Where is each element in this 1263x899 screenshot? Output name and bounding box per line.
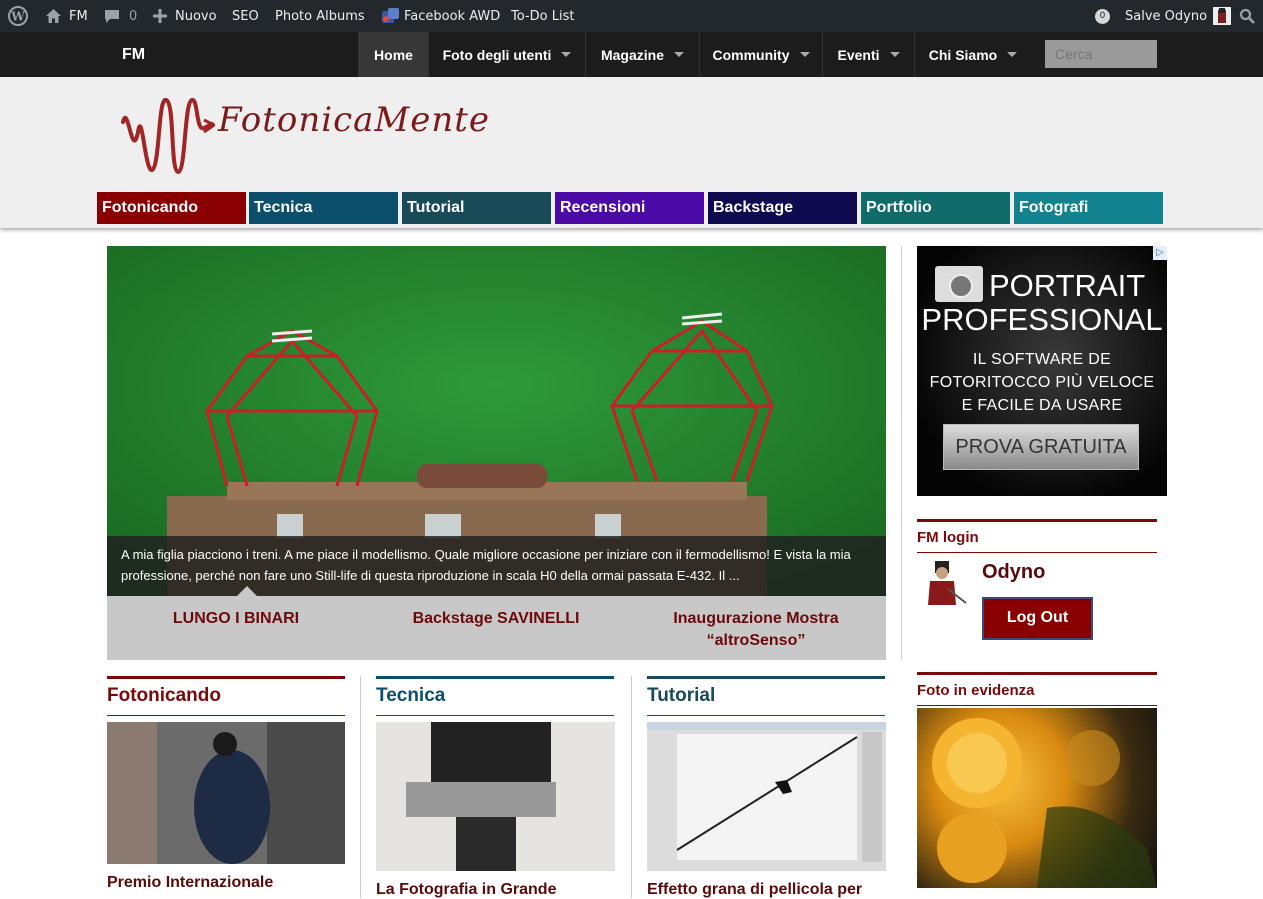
section-image-tutorial[interactable]: [647, 722, 886, 871]
site-name: FM: [69, 8, 88, 24]
roses-illustration: [932, 718, 1157, 888]
section-image-fotonicando[interactable]: [107, 722, 345, 864]
featured-photo-heading: Foto in evidenza: [917, 672, 1157, 706]
column-divider: [901, 246, 902, 660]
nav-brand[interactable]: FM: [122, 32, 145, 77]
seo-label: SEO: [232, 8, 259, 24]
chevron-down-icon: [889, 52, 900, 57]
svg-text:W: W: [10, 10, 25, 24]
admin-bar: W FM 0 Nuovo SEO Photo Albums Facebook A…: [0, 0, 1263, 32]
nav-magazine[interactable]: Magazine: [585, 32, 699, 77]
facebook-awd-label: Facebook AWD: [404, 8, 501, 24]
ad-tagline: IL SOFTWARE DE FOTORITOCCO PIÙ VELOCE E …: [917, 348, 1167, 417]
login-username: Odyno: [982, 561, 1046, 583]
section-title-tutorial[interactable]: Effetto grana di pellicola per: [647, 881, 862, 899]
ad-line-2: PROFESSIONAL: [921, 302, 1163, 337]
new-content-menu[interactable]: Nuovo: [153, 0, 217, 32]
ad-cta-button[interactable]: PROVA GRATUITA: [943, 424, 1139, 470]
nav-magazine-label: Magazine: [600, 46, 664, 63]
portrait-professional-ad[interactable]: PORTRAIT PROFESSIONAL IL SOFTWARE DE FOT…: [917, 246, 1167, 496]
camera-icon: [935, 266, 983, 302]
notification-count: 0: [1095, 8, 1110, 24]
section-title-tecnica[interactable]: La Fotografia in Grande: [376, 881, 556, 899]
todo-list-menu[interactable]: To-Do List: [511, 0, 574, 32]
login-heading: FM login: [917, 519, 1157, 553]
adchoices-icon[interactable]: ▷: [1153, 246, 1167, 260]
greeting: Salve Odyno: [1125, 8, 1208, 24]
comment-icon: [105, 9, 119, 23]
plus-icon: [153, 9, 167, 23]
category-fotonicando[interactable]: Fotonicando: [97, 192, 246, 224]
slide-caption[interactable]: A mia figlia piacciono i treni. A me pia…: [107, 536, 886, 596]
nav-chi-siamo[interactable]: Chi Siamo: [914, 32, 1031, 77]
couple-illustration: [107, 722, 345, 864]
home-icon: [46, 9, 61, 23]
chevron-down-icon: [561, 52, 572, 57]
seo-menu[interactable]: SEO: [232, 0, 259, 32]
software-screenshot-illustration: [647, 722, 886, 871]
comment-count: 0: [129, 8, 138, 24]
logo-wave-icon[interactable]: [120, 92, 215, 178]
section-heading-tecnica[interactable]: Tecnica: [376, 676, 614, 716]
section-divider: [360, 676, 361, 898]
nav-home[interactable]: Home: [358, 32, 428, 77]
section-divider: [631, 676, 632, 898]
facebook-awd-menu[interactable]: Facebook AWD: [380, 0, 500, 32]
slider-tab-lungo-binari[interactable]: LUNGO I BINARI: [116, 608, 356, 630]
facebook-awd-icon: [382, 8, 399, 23]
new-label: Nuovo: [175, 8, 217, 24]
category-backstage[interactable]: Backstage: [708, 192, 857, 224]
slider-tab-inaugurazione[interactable]: Inaugurazione Mostra “altroSenso”: [636, 608, 876, 652]
chevron-down-icon: [674, 52, 684, 57]
nav-foto-utenti-label: Foto degli utenti: [442, 46, 552, 63]
notification-badge[interactable]: 0: [1095, 0, 1110, 32]
nav-community[interactable]: Community: [699, 32, 822, 77]
site-link[interactable]: FM: [45, 0, 88, 32]
nav-chi-siamo-label: Chi Siamo: [928, 46, 998, 63]
category-portfolio[interactable]: Portfolio: [861, 192, 1010, 224]
photo-albums-label: Photo Albums: [275, 8, 365, 24]
ad-line-5: E FACILE DA USARE: [961, 397, 1123, 414]
search-input[interactable]: [1045, 40, 1157, 68]
logo-text[interactable]: FotonicaMente: [218, 100, 490, 140]
category-fotografi[interactable]: Fotografi: [1014, 192, 1163, 224]
comments-link[interactable]: 0: [104, 0, 137, 32]
slider-tab-backstage-savinelli[interactable]: Backstage SAVINELLI: [376, 608, 616, 630]
nav-community-label: Community: [712, 46, 790, 63]
nav-eventi[interactable]: Eventi: [822, 32, 914, 77]
logout-button[interactable]: Log Out: [982, 597, 1093, 640]
ad-line-3: IL SOFTWARE DE: [972, 351, 1112, 368]
main-nav: FM Home Foto degli utenti Magazine Commu…: [0, 32, 1263, 77]
chevron-down-icon: [1007, 52, 1018, 57]
todo-list-label: To-Do List: [511, 8, 575, 24]
section-heading-tutorial[interactable]: Tutorial: [647, 676, 885, 716]
featured-photo-roses[interactable]: [917, 708, 1157, 888]
nav-eventi-label: Eventi: [837, 46, 880, 63]
camera-illustration: [376, 722, 615, 871]
wordpress-icon[interactable]: W: [8, 0, 28, 32]
slider-tabs: LUNGO I BINARI Backstage SAVINELLI Inaug…: [107, 596, 886, 660]
user-avatar: [918, 557, 968, 607]
photo-albums-menu[interactable]: Photo Albums: [275, 0, 365, 32]
category-tutorial[interactable]: Tutorial: [402, 192, 551, 224]
ad-line-1: PORTRAIT: [989, 268, 1146, 303]
avatar: [1213, 7, 1232, 25]
search-icon[interactable]: [1239, 0, 1255, 32]
ad-line-4: FOTORITOCCO PIÙ VELOCE: [929, 374, 1155, 391]
chevron-down-icon: [799, 52, 810, 57]
section-title-fotonicando[interactable]: Premio Internazionale: [107, 874, 273, 892]
category-recensioni[interactable]: Recensioni: [555, 192, 704, 224]
section-image-tecnica[interactable]: [376, 722, 615, 871]
category-tecnica[interactable]: Tecnica: [249, 192, 398, 224]
account-menu[interactable]: Salve Odyno: [1125, 0, 1232, 32]
nav-home-label: Home: [374, 46, 413, 63]
active-tab-pointer: [237, 586, 257, 596]
nav-foto-utenti[interactable]: Foto degli utenti: [428, 32, 585, 77]
section-heading-fotonicando[interactable]: Fotonicando: [107, 676, 345, 716]
